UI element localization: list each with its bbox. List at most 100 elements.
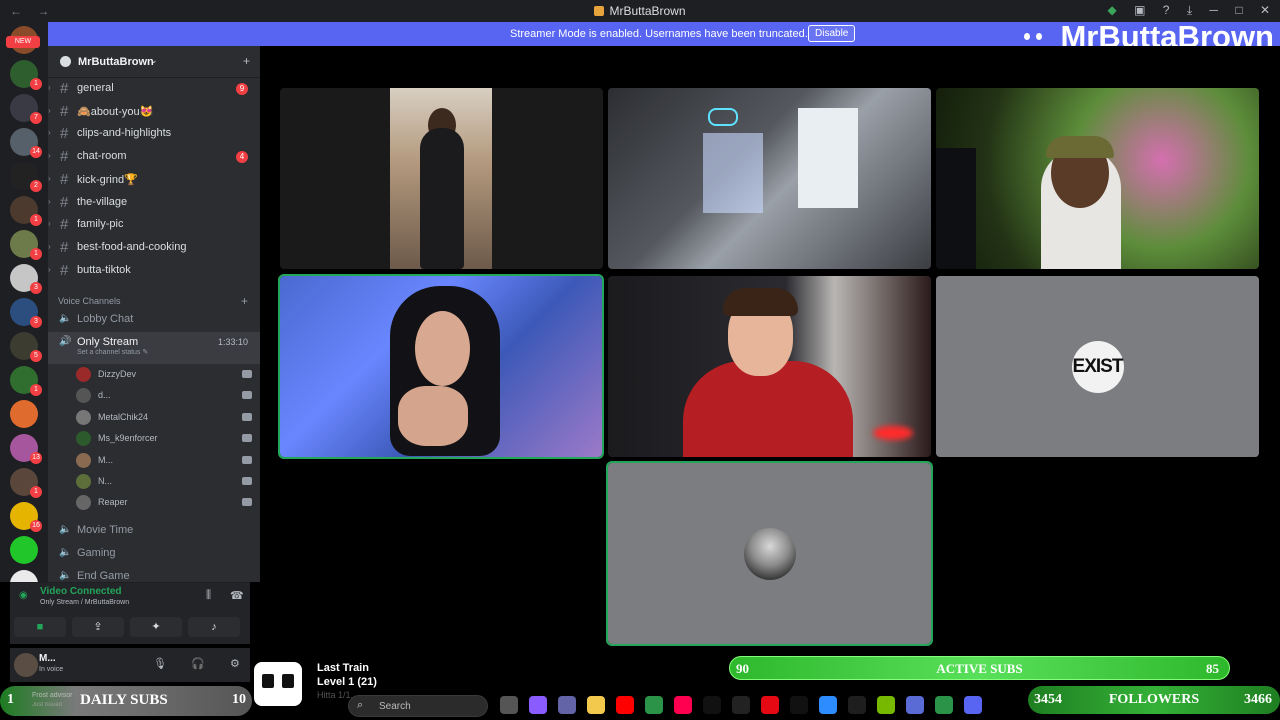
video-tile-1[interactable] [280, 88, 603, 269]
server-icon[interactable]: 7 [10, 94, 42, 124]
voice-channel-only-stream[interactable]: 🔊 Only Stream 1:33:10 Set a channel stat… [48, 332, 260, 364]
inbox-icon[interactable]: ▣ [1134, 3, 1145, 17]
settings-gear-icon[interactable]: ⚙ [230, 657, 240, 670]
server-icon[interactable]: 1 [10, 60, 42, 90]
maximize-button[interactable]: □ [1235, 3, 1242, 17]
text-channel[interactable]: › # 🙈about-you😻 [48, 101, 260, 123]
voice-member[interactable]: Reaper [76, 493, 252, 513]
voice-channel-end-game[interactable]: 🔈 End Game [48, 566, 260, 582]
video-tile-6[interactable]: EXIST [936, 276, 1259, 457]
text-channel[interactable]: › # butta-tiktok [48, 260, 260, 282]
taskbar-app-icon[interactable] [674, 696, 692, 714]
server-badge: 1 [30, 78, 42, 90]
text-channel[interactable]: › # the-village [48, 192, 260, 214]
text-channel[interactable]: › # clips-and-highlights [48, 123, 260, 145]
taskbar-app-icon[interactable] [848, 696, 866, 714]
voice-member[interactable]: Ms_k9enforcer [76, 429, 252, 449]
soundboard-button[interactable]: ♪ [188, 617, 240, 637]
server-icon[interactable]: 3 [10, 298, 42, 328]
taskbar-app-icon[interactable] [964, 696, 982, 714]
server-icon[interactable]: 1 [10, 366, 42, 396]
text-channel[interactable]: › # general 9 [48, 78, 260, 100]
taskbar-app-icon[interactable] [500, 696, 518, 714]
signal-icon[interactable]: ◉ [19, 590, 28, 601]
nitro-icon[interactable]: ◆ [1108, 3, 1117, 17]
taskbar-app-icon[interactable] [587, 696, 605, 714]
disconnect-icon[interactable]: ☎ [230, 589, 244, 602]
server-badge: 16 [30, 520, 42, 532]
taskbar-app-icon[interactable] [935, 696, 953, 714]
song-title: Last Train [317, 662, 369, 674]
taskbar-app-icon[interactable] [645, 696, 663, 714]
text-channel[interactable]: › # chat-room 4 [48, 146, 260, 168]
user-name[interactable]: M... [39, 653, 56, 664]
taskbar-app-icon[interactable] [877, 696, 895, 714]
window-controls: ◆ ▣ ? ⤓ ─ □ ✕ [1094, 3, 1270, 18]
server-badge: 1 [30, 214, 42, 226]
taskbar-app-icon[interactable] [616, 696, 634, 714]
server-icon[interactable]: 3 [10, 264, 42, 294]
close-button[interactable]: ✕ [1260, 3, 1270, 17]
server-icon[interactable]: 13 [10, 434, 42, 464]
voice-status-title[interactable]: Video Connected [40, 586, 122, 597]
video-feed [798, 108, 858, 208]
taskbar-app-icon[interactable] [761, 696, 779, 714]
avatar[interactable] [14, 653, 38, 677]
voice-channel-movie[interactable]: 🔈 Movie Time [48, 520, 260, 542]
text-channel[interactable]: › # best-food-and-cooking [48, 237, 260, 259]
video-tile-2[interactable] [608, 88, 931, 269]
voice-member[interactable]: DizzyDev [76, 365, 252, 385]
server-icon[interactable]: NEW [6, 26, 40, 54]
voice-member[interactable]: N... [76, 472, 252, 492]
download-icon[interactable]: ⤓ [1187, 3, 1192, 18]
taskbar-apps [500, 696, 993, 719]
voice-channel-label: End Game [77, 570, 130, 582]
add-voice-channel-icon[interactable]: + [241, 294, 248, 308]
set-channel-status[interactable]: Set a channel status ✎ [77, 348, 148, 356]
taskbar-app-icon[interactable] [558, 696, 576, 714]
screen-share-button[interactable]: ⇪ [72, 617, 124, 637]
taskbar-app-icon[interactable] [906, 696, 924, 714]
taskbar-app-icon[interactable] [819, 696, 837, 714]
taskbar-app-icon[interactable] [529, 696, 547, 714]
headphones-icon[interactable]: 🎧 [191, 657, 205, 670]
help-icon[interactable]: ? [1163, 3, 1170, 17]
server-icon[interactable]: 2 [10, 162, 42, 192]
taskbar-app-icon[interactable] [732, 696, 750, 714]
camera-button[interactable]: ■ [14, 617, 66, 637]
server-icon[interactable]: 14 [10, 128, 42, 158]
text-channel[interactable]: › # family-pic [48, 214, 260, 236]
voice-member[interactable]: MetalChik24 [76, 408, 252, 428]
voice-channel-gaming[interactable]: 🔈 Gaming [48, 543, 260, 565]
voice-channel-lobby[interactable]: 🔈 Lobby Chat [48, 309, 260, 331]
video-tile-4[interactable] [278, 274, 604, 459]
guild-header[interactable]: MrButtaBrown ⌄ + [48, 46, 260, 78]
video-tile-3[interactable] [936, 88, 1259, 269]
minimize-button[interactable]: ─ [1209, 3, 1218, 17]
taskbar-app-icon[interactable] [703, 696, 721, 714]
collapse-arrow-icon: › [48, 241, 51, 251]
voice-member[interactable]: d... [76, 386, 252, 406]
server-icon[interactable] [10, 400, 38, 428]
server-icon[interactable]: 1 [10, 468, 42, 498]
server-icon[interactable]: 5 [10, 332, 42, 362]
member-name: d... [98, 390, 111, 401]
text-channel[interactable]: › # kick-grind🏆 [48, 169, 260, 191]
microphone-icon[interactable]: 🎙 [153, 657, 167, 670]
noise-suppression-icon[interactable]: ⫼ [206, 589, 211, 602]
server-icon[interactable]: 7 [10, 570, 38, 582]
video-tile-5[interactable] [608, 276, 931, 457]
taskbar-search[interactable]: ⌕ Search [348, 695, 488, 717]
disable-streamer-mode-button[interactable]: Disable [808, 25, 856, 42]
activities-button[interactable]: ✦ [130, 617, 182, 637]
server-icon[interactable]: 16 [10, 502, 42, 532]
add-friend-icon[interactable]: + [243, 54, 250, 68]
server-icon[interactable]: 1 [10, 196, 42, 226]
voice-channels-header[interactable]: Voice Channels [58, 296, 121, 306]
video-tile-7[interactable] [606, 461, 933, 646]
server-icon[interactable] [10, 536, 38, 564]
voice-member[interactable]: M... [76, 451, 252, 471]
taskbar-app-icon[interactable] [790, 696, 808, 714]
weather-notice: Frost advisor [32, 692, 73, 699]
server-icon[interactable]: 1 [10, 230, 42, 260]
